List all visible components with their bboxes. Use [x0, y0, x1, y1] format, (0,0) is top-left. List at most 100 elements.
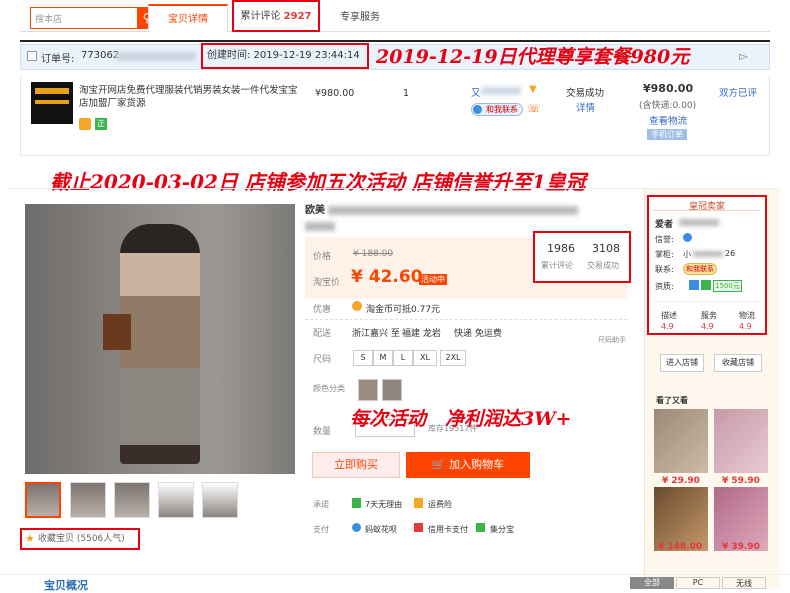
order-paid-amount: ¥980.00 [643, 82, 694, 95]
shipping-label: 配送 [313, 329, 332, 339]
desc-score: 4.9 [661, 322, 674, 331]
promise-freight: 运费险 [428, 500, 452, 509]
perk-label: 优惠 [313, 305, 332, 315]
badge-genuine: 正 [95, 118, 107, 130]
pay-label: 支付 [313, 525, 329, 534]
segment-pc[interactable]: PC [676, 577, 720, 589]
model-figure [120, 224, 200, 464]
quantity-label: 数量 [313, 427, 332, 437]
size-option[interactable]: M [373, 350, 393, 366]
size-chart-link[interactable]: 尺码助手 [598, 335, 626, 345]
qualification-icon [689, 280, 699, 290]
search-placeholder: 搜本店 [35, 15, 63, 25]
recommend-price: ¥ 39.90 [722, 542, 760, 552]
blurred-keeper [693, 251, 723, 257]
service-score: 4.9 [701, 322, 714, 331]
top-tab-bar: 搜本店 ⚲ 宝贝详情 累计评论 2927 专享服务 [20, 0, 770, 32]
tab-overview[interactable]: 宝贝概况 [44, 577, 88, 593]
ship-from: 浙江嘉兴 至 [352, 329, 400, 339]
segment-all[interactable]: 全部 [630, 577, 674, 589]
promise-label: 承诺 [313, 500, 329, 509]
buy-now-button[interactable]: 立即购买 [312, 452, 400, 478]
add-to-cart-button[interactable]: 🛒 加入购物车 [406, 452, 530, 478]
deposit-icon [701, 280, 711, 290]
size-option[interactable]: L [393, 350, 413, 366]
jifenbao-icon [476, 523, 485, 532]
freight-insurance-icon [414, 498, 423, 508]
order-product-title[interactable]: 淘宝开网店免费代理服装代销男装女装一件代发宝宝店加盟厂家货源 [79, 84, 301, 110]
flag-icon[interactable]: ▻ [739, 49, 748, 63]
collect-shop-button[interactable]: 收藏店铺 [714, 354, 762, 372]
ship-type-select[interactable]: 快递 免运费 [454, 326, 502, 339]
service-score-label: 服务 [701, 311, 717, 320]
recommend-image[interactable] [714, 409, 768, 473]
size-option[interactable]: 2XL [440, 350, 466, 366]
recommend-image[interactable] [654, 409, 708, 473]
thumbnail-2[interactable] [70, 482, 106, 518]
product-main-image[interactable] [25, 204, 295, 474]
size-option[interactable]: XL [413, 350, 437, 366]
bottom-bar: 宝贝概况 全部 PC 无线 [0, 574, 790, 592]
blurred-order-number [116, 52, 196, 61]
thumbnail-3[interactable] [114, 482, 150, 518]
ship-to-select[interactable]: 福建 龙岩 [402, 326, 441, 339]
phone-icon[interactable]: ☏ [527, 102, 541, 115]
pay-huabei: 蚂蚁花呗 [365, 525, 397, 534]
price-label: 价格 [313, 252, 332, 262]
reviews-label: 累计评论 [541, 261, 573, 270]
promo-price-label: 淘宝价 [313, 278, 341, 288]
size-label: 尺码 [313, 355, 332, 365]
view-logistics-link[interactable]: 查看物流 [649, 113, 687, 127]
handbag-image [103, 314, 131, 350]
original-price: ¥ 188.00 [353, 249, 394, 259]
qualification-label: 资质: [655, 282, 674, 291]
credit-label: 信誉: [655, 235, 674, 244]
tab-item-detail[interactable]: 宝贝详情 [148, 4, 228, 32]
product-section: ★ 收藏宝贝 (5506人气) 欧美 价格 ¥ 188.00 淘宝价 ¥ 42.… [10, 188, 780, 589]
recommend-title: 看了又看 [656, 396, 688, 405]
star-icon: ★ [25, 532, 35, 545]
product-title: 欧美 [305, 204, 625, 231]
rated-link[interactable]: 双方已评 [719, 85, 757, 99]
favorite-button[interactable]: ★ 收藏宝贝 (5506人气) [20, 528, 140, 550]
shop-name[interactable]: 爱者 [655, 217, 673, 230]
order-seller[interactable]: 又 [471, 85, 481, 99]
huabei-icon [352, 523, 361, 532]
order-number-label: 订单号: [41, 54, 75, 65]
order-detail-link[interactable]: 详情 [576, 100, 595, 114]
segment-mobile[interactable]: 无线 [722, 577, 766, 589]
tab-service[interactable]: 专享服务 [320, 4, 400, 32]
shop-contact-button[interactable]: 和我联系 [683, 263, 717, 275]
recommend-price: ¥ 59.90 [722, 476, 760, 486]
desc-score-label: 描述 [661, 311, 677, 320]
thumbnail-4[interactable] [158, 482, 194, 518]
color-option[interactable] [358, 379, 378, 401]
tab-reviews-count: 2927 [283, 11, 312, 22]
contact-label: 联系: [655, 265, 674, 274]
order-checkbox[interactable] [27, 51, 37, 61]
mobile-order-tag: 手机订单 [647, 129, 687, 140]
sales-label: 交易成功 [587, 261, 619, 270]
product-title-text: 欧美 [305, 205, 325, 216]
coin-icon [352, 301, 362, 311]
shop-search-input[interactable]: 搜本店 ⚲ [30, 7, 158, 29]
promise-7day: 7天无理由 [365, 500, 403, 509]
order-quantity: 1 [403, 88, 410, 99]
blurred-shop-name [679, 219, 719, 226]
tab-reviews[interactable]: 累计评论 2927 [232, 0, 320, 32]
order-status: 交易成功 [566, 88, 605, 99]
size-option[interactable]: S [353, 350, 373, 366]
favorite-label: 收藏宝贝 (5506人气) [38, 534, 125, 544]
divider [653, 301, 761, 302]
color-option[interactable] [382, 379, 402, 401]
seven-day-icon [352, 498, 361, 508]
order-number: 773062 [81, 50, 120, 61]
product-thumbnail[interactable] [31, 82, 73, 124]
thumbnail-5[interactable] [202, 482, 238, 518]
enter-shop-button[interactable]: 进入店铺 [660, 354, 704, 372]
order-created-time: 创建时间: 2019-12-19 23:44:14 [201, 43, 369, 69]
thumbnail-1[interactable] [25, 482, 61, 518]
filter-icon: ▼ [529, 84, 537, 95]
cart-icon: 🛒 [431, 458, 446, 471]
recommend-price: ¥ 29.90 [662, 476, 700, 486]
